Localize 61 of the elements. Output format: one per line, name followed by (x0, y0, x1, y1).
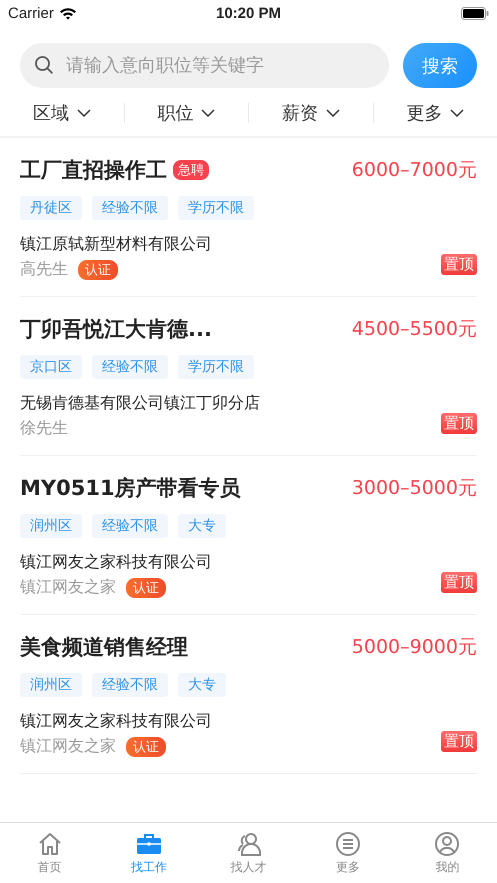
tab-item[interactable]: 首页 (0, 823, 100, 883)
filter-dropdown[interactable]: 更多 (374, 100, 497, 126)
filter-dropdown[interactable]: 薪资 (249, 100, 372, 126)
job-tag: 学历不限 (178, 196, 254, 220)
chevron-down-icon (326, 109, 340, 117)
company-name: 镇江网友之家科技有限公司 (20, 552, 212, 573)
filter-dropdown[interactable]: 职位 (124, 100, 248, 126)
menu-icon (334, 830, 361, 856)
wifi-icon (58, 6, 77, 20)
contact-name: 高先生 (20, 259, 68, 280)
tab-item[interactable]: 更多 (298, 823, 398, 883)
search-field[interactable]: 请输入意向职位等关键字 (20, 43, 389, 88)
pinned-badge: 置顶 (441, 572, 477, 592)
job-tag: 学历不限 (178, 355, 254, 379)
salary-text: 3000–5000元 (352, 476, 477, 501)
verified-badge: 认证 (126, 736, 166, 756)
job-tag: 经验不限 (92, 673, 168, 697)
pinned-badge: 置顶 (441, 412, 477, 434)
user-icon (434, 830, 460, 856)
job-tag: 大专 (178, 514, 226, 538)
home-icon (36, 830, 63, 856)
chevron-down-icon (201, 109, 216, 117)
job-card[interactable]: MY0511房产带看专员 3000–5000元 润州区 经验不限 大专 镇江网友之家科技有限公司 镇江网友之家 认证 置顶 (20, 456, 477, 615)
pinned-badge: 置顶 (441, 730, 477, 752)
job-card[interactable]: 工厂直招操作工 急聘 6000–7000元 丹徒区 经验不限 学历不限 镇江原轼新型材料有限公司 高先生 认证 置顶 (20, 138, 477, 297)
job-tag: 经验不限 (92, 514, 168, 538)
company-name: 镇江原轼新型材料有限公司 (20, 234, 212, 255)
pinned-badge: 置顶 (441, 254, 477, 274)
job-tag: 润州区 (20, 514, 82, 538)
job-title[interactable]: 美食频道销售经理 (20, 633, 188, 661)
job-tag: 丹徒区 (20, 196, 82, 220)
job-card[interactable]: 美食频道销售经理 5000–9000元 润州区 经验不限 大专 镇江网友之家科技有限公司 镇江网友之家 认证 置顶 (20, 615, 477, 774)
job-title[interactable]: MY0511房产带看专员 (20, 474, 241, 502)
job-tag: 京口区 (20, 355, 82, 379)
filter-dropdown[interactable]: 区域 (0, 100, 124, 126)
company-name: 无锡肯德基有限公司镇江丁卯分店 (20, 393, 260, 414)
job-title[interactable]: 工厂直招操作工 (20, 156, 167, 184)
job-tag: 大专 (178, 673, 226, 697)
job-title[interactable]: 丁卯吾悦江大肯德... (20, 315, 212, 343)
chevron-down-icon (76, 109, 91, 117)
clock-time: 10:20 PM (216, 4, 282, 22)
job-card[interactable]: 丁卯吾悦江大肯德... 4500–5500元 京口区 经验不限 学历不限 无锡肯德基有限公司镇江丁卯分店 徐先生 置顶 (20, 297, 477, 456)
tab-item[interactable]: 找工作 (99, 823, 199, 883)
job-tag: 经验不限 (92, 355, 168, 379)
battery-icon (461, 6, 489, 20)
verified-badge: 认证 (126, 578, 166, 598)
salary-text: 6000–7000元 (352, 158, 477, 183)
job-tag: 经验不限 (92, 196, 168, 220)
contact-name: 镇江网友之家 (20, 736, 116, 757)
contact-name: 徐先生 (20, 418, 68, 439)
carrier-label: Carrier (8, 4, 54, 22)
salary-text: 4500–5500元 (352, 317, 477, 342)
company-name: 镇江网友之家科技有限公司 (20, 711, 212, 732)
urgent-badge: 急聘 (173, 160, 209, 180)
verified-badge: 认证 (78, 260, 118, 280)
job-tag: 润州区 (20, 673, 82, 697)
contact-name: 镇江网友之家 (20, 577, 116, 598)
chevron-down-icon (450, 109, 464, 117)
salary-text: 5000–9000元 (352, 635, 477, 660)
tab-item[interactable]: 找人才 (198, 823, 298, 883)
tab-item[interactable]: 我的 (398, 823, 497, 883)
